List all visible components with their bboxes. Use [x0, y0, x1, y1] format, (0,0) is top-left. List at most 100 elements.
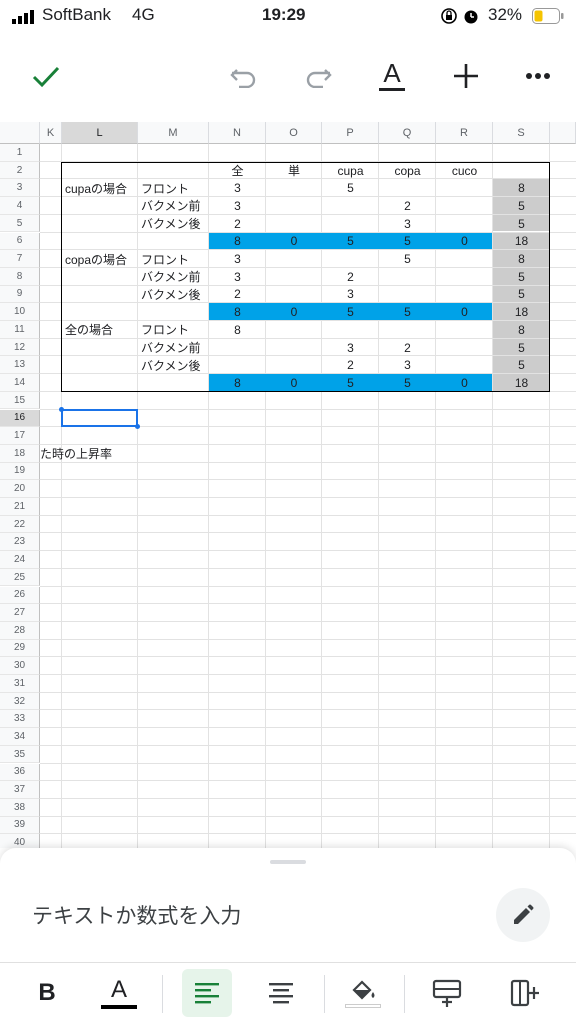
formula-input[interactable]: テキストか数式を入力: [32, 900, 241, 930]
total-cell[interactable]: 8: [493, 250, 550, 268]
total-cell[interactable]: 5: [493, 286, 550, 304]
row-header-35[interactable]: 35: [0, 745, 40, 764]
align-left-button[interactable]: [182, 969, 232, 1017]
row-header-19[interactable]: 19: [0, 462, 40, 481]
value-cell[interactable]: 0: [436, 303, 493, 321]
column-header-o[interactable]: O: [266, 122, 322, 144]
edit-pencil-button[interactable]: [496, 888, 550, 942]
table-header-cell[interactable]: copa: [379, 162, 436, 180]
row-header-1[interactable]: 1: [0, 144, 40, 162]
value-cell[interactable]: 3: [209, 268, 266, 286]
row-header-32[interactable]: 32: [0, 692, 40, 711]
vertical-align-button[interactable]: [256, 969, 306, 1017]
row-header-11[interactable]: 11: [0, 321, 40, 339]
row-header-8[interactable]: 8: [0, 267, 40, 286]
row-header-28[interactable]: 28: [0, 621, 40, 640]
row-header-34[interactable]: 34: [0, 728, 40, 746]
row-header-38[interactable]: 38: [0, 798, 40, 817]
insert-column-button[interactable]: [500, 969, 550, 1017]
position-label[interactable]: バクメン前: [141, 339, 201, 357]
row-header-24[interactable]: 24: [0, 551, 40, 569]
value-cell[interactable]: [266, 321, 322, 339]
value-cell[interactable]: [266, 179, 322, 197]
fill-color-button[interactable]: [338, 969, 388, 1017]
case-label[interactable]: 全の場合: [65, 321, 113, 339]
position-label[interactable]: フロント: [141, 179, 189, 197]
text-color-button[interactable]: A: [94, 969, 144, 1017]
redo-icon[interactable]: [296, 54, 340, 98]
row-header-21[interactable]: 21: [0, 498, 40, 516]
value-cell[interactable]: [436, 215, 493, 233]
value-cell[interactable]: 0: [436, 374, 493, 392]
value-cell[interactable]: [322, 197, 379, 215]
value-cell[interactable]: [209, 356, 266, 374]
value-cell[interactable]: 3: [209, 250, 266, 268]
value-cell[interactable]: [436, 286, 493, 304]
value-cell[interactable]: 5: [379, 374, 436, 392]
total-cell[interactable]: 5: [493, 215, 550, 233]
value-cell[interactable]: [379, 286, 436, 304]
value-cell[interactable]: 5: [379, 250, 436, 268]
done-checkmark-icon[interactable]: [24, 54, 68, 98]
overflow-cell-text[interactable]: た時の上昇率: [40, 445, 112, 463]
value-cell[interactable]: [436, 356, 493, 374]
row-header-36[interactable]: 36: [0, 763, 40, 782]
value-cell[interactable]: [436, 321, 493, 339]
value-cell[interactable]: [266, 339, 322, 357]
value-cell[interactable]: 5: [322, 179, 379, 197]
bold-button[interactable]: B: [22, 969, 72, 1017]
table-header-cell[interactable]: cupa: [322, 162, 379, 180]
total-cell[interactable]: 18: [493, 303, 550, 321]
case-label[interactable]: copaの場合: [65, 250, 127, 268]
row-header-2[interactable]: 2: [0, 161, 40, 180]
position-label[interactable]: バクメン後: [141, 215, 201, 233]
column-header-overflow[interactable]: [550, 122, 576, 144]
column-header-m[interactable]: M: [138, 122, 209, 144]
insert-plus-icon[interactable]: [444, 54, 488, 98]
column-header-r[interactable]: R: [436, 122, 493, 144]
value-cell[interactable]: 3: [209, 179, 266, 197]
value-cell[interactable]: 5: [322, 374, 379, 392]
row-header-25[interactable]: 25: [0, 568, 40, 587]
value-cell[interactable]: 0: [266, 233, 322, 251]
case-label[interactable]: cupaの場合: [65, 179, 127, 197]
value-cell[interactable]: [379, 321, 436, 339]
value-cell[interactable]: [436, 179, 493, 197]
value-cell[interactable]: [266, 356, 322, 374]
row-header-20[interactable]: 20: [0, 480, 40, 498]
row-header-33[interactable]: 33: [0, 710, 40, 729]
total-cell[interactable]: 18: [493, 374, 550, 392]
column-header-k[interactable]: K: [40, 122, 62, 144]
value-cell[interactable]: [322, 321, 379, 339]
value-cell[interactable]: 5: [322, 303, 379, 321]
position-label[interactable]: バクメン前: [141, 197, 201, 215]
total-cell[interactable]: 5: [493, 356, 550, 374]
value-cell[interactable]: 3: [322, 286, 379, 304]
value-cell[interactable]: [379, 268, 436, 286]
table-header-cell[interactable]: 単: [266, 162, 322, 180]
total-cell[interactable]: 8: [493, 321, 550, 339]
value-cell[interactable]: 5: [379, 233, 436, 251]
row-header-6[interactable]: 6: [0, 232, 40, 251]
value-cell[interactable]: 0: [436, 233, 493, 251]
value-cell[interactable]: 8: [209, 233, 266, 251]
row-header-4[interactable]: 4: [0, 197, 40, 215]
value-cell[interactable]: 5: [379, 303, 436, 321]
row-header-15[interactable]: 15: [0, 391, 40, 410]
value-cell[interactable]: 0: [266, 374, 322, 392]
position-label[interactable]: フロント: [141, 250, 189, 268]
row-header-31[interactable]: 31: [0, 675, 40, 693]
row-header-10[interactable]: 10: [0, 303, 40, 321]
value-cell[interactable]: [379, 179, 436, 197]
value-cell[interactable]: 2: [209, 286, 266, 304]
selection-handle[interactable]: [135, 424, 140, 430]
more-options-icon[interactable]: [516, 54, 560, 98]
row-header-13[interactable]: 13: [0, 356, 40, 375]
value-cell[interactable]: 2: [209, 215, 266, 233]
total-cell[interactable]: 5: [493, 268, 550, 286]
corner-header[interactable]: [0, 122, 40, 144]
row-header-30[interactable]: 30: [0, 657, 40, 675]
value-cell[interactable]: 2: [322, 356, 379, 374]
position-label[interactable]: バクメン前: [141, 268, 201, 286]
value-cell[interactable]: [322, 215, 379, 233]
